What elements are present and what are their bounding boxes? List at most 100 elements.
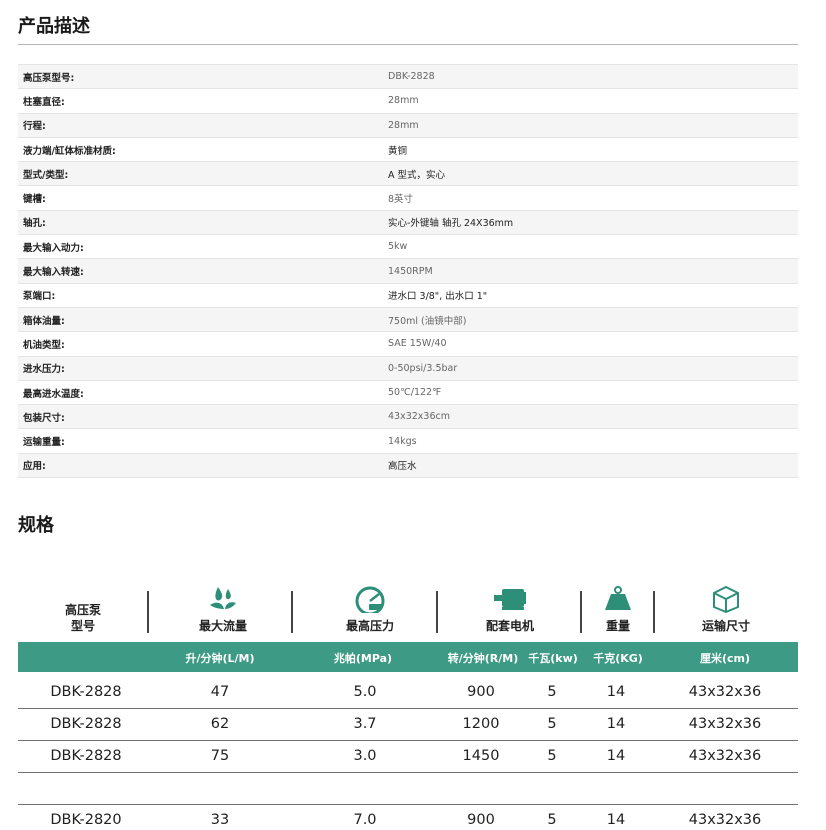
description-value: 14kgs: [388, 435, 417, 447]
description-label: 液力端/缸体标准材质:: [23, 145, 116, 157]
model-header-line2: 型号: [70, 619, 95, 633]
weight-icon: [605, 586, 631, 610]
header-divider: [291, 591, 293, 633]
shipping-box-icon: [713, 585, 739, 613]
cell-size: 43x32x36: [688, 716, 762, 732]
cell-flow: 47: [210, 684, 230, 700]
description-label: 包装尺寸:: [23, 412, 65, 424]
cell-weight: 14: [606, 716, 626, 732]
title-divider: [18, 44, 798, 45]
cell-power: 5: [547, 748, 557, 764]
description-value: 5kw: [388, 241, 408, 253]
cell-weight: 14: [606, 684, 626, 700]
description-value: SAE 15W/40: [388, 338, 447, 350]
weight-header-label: 重量: [605, 619, 630, 633]
model-header: 高压泵 型号: [48, 602, 118, 634]
description-row: 最大输入转速: 1450RPM: [18, 259, 798, 284]
description-label: 箱体油量:: [23, 315, 65, 327]
cell-speed: 1200: [462, 716, 500, 732]
description-row: 型式/类型: A 型式，实心: [18, 162, 798, 187]
spec-table: 高压泵 型号 最大流量 最高压力 配套电机 重量 运输尺寸 升/分钟(L/M) …: [18, 545, 798, 830]
description-row: 箱体油量: 750ml (油镜中部): [18, 307, 798, 333]
flow-header-label: 最大流量: [198, 619, 247, 633]
cell-power: 5: [547, 684, 557, 700]
cell-flow: 75: [210, 748, 230, 764]
shipping-header-label: 运输尺寸: [701, 619, 750, 633]
description-label: 机油类型:: [23, 339, 65, 351]
cell-size: 43x32x36: [688, 684, 762, 700]
cell-pressure: 5.0: [353, 684, 377, 700]
unit-pressure: 兆帕(MPa): [333, 652, 393, 665]
cell-speed: 900: [467, 684, 495, 700]
description-value: 1450RPM: [388, 265, 433, 277]
table-row: DBK-2828 47 5.0 900 5 14 43x32x36: [18, 677, 798, 709]
description-row: 最大输入动力: 5kw: [18, 235, 798, 260]
description-row: 运输重量: 14kgs: [18, 429, 798, 454]
description-value: 黄铜: [388, 145, 408, 157]
table-row: DBK-2820 33 7.0 900 5 14 43x32x36: [18, 805, 798, 830]
table-row: DBK-2828 62 3.7 1200 5 14 43x32x36: [18, 709, 798, 741]
cell-power: 5: [547, 716, 557, 732]
description-value: 28mm: [388, 119, 419, 131]
description-label: 最高进水温度:: [23, 388, 84, 400]
description-value: 750ml (油镜中部): [388, 315, 467, 327]
specs-title: 规格: [18, 515, 54, 536]
description-label: 应用:: [23, 461, 46, 473]
motor-header: 配套电机: [470, 585, 550, 634]
description-label: 高压泵型号:: [23, 72, 75, 84]
description-value: 50℃/122℉: [388, 387, 442, 398]
cell-size: 43x32x36: [688, 748, 762, 764]
cell-speed: 900: [467, 812, 495, 828]
description-row: 机油类型: SAE 15W/40: [18, 332, 798, 357]
description-row: 泵端口: 进水口 3/8", 出水口 1": [18, 283, 798, 308]
cell-model: DBK-2828: [50, 716, 122, 732]
cell-weight: 14: [606, 812, 626, 828]
description-title: 产品描述: [18, 16, 90, 37]
description-value: 实心-外键轴 轴孔 24X36mm: [388, 218, 514, 230]
weight-header: 重量: [593, 585, 643, 634]
cell-pressure: 7.0: [353, 812, 377, 828]
cell-flow: 62: [210, 716, 230, 732]
cell-model: DBK-2828: [50, 684, 122, 700]
description-label: 运输重量:: [23, 437, 65, 449]
cell-size: 43x32x36: [688, 812, 762, 828]
description-row: 包装尺寸: 43x32x36cm: [18, 405, 798, 430]
description-label: 泵端口:: [23, 291, 56, 303]
description-value: 高压水: [388, 461, 417, 473]
description-row: 行程: 28mm: [18, 113, 798, 138]
shipping-header: 运输尺寸: [684, 585, 768, 634]
description-row: 最高进水温度: 50℃/122℉: [18, 380, 798, 406]
unit-power: 千瓦(kw): [528, 652, 578, 665]
cell-flow: 33: [210, 812, 230, 828]
description-row: 应用: 高压水: [18, 453, 798, 479]
flow-header: 最大流量: [183, 585, 263, 634]
cell-speed: 1450: [462, 748, 500, 764]
description-table: 高压泵型号: DBK-2828 柱塞直径: 28mm 行程: 28mm 液力端/缸体标准材质…: [18, 64, 798, 479]
unit-weight: 千克(KG): [593, 652, 643, 665]
units-bar: 升/分钟(L/M) 兆帕(MPa) 转/分钟(R/M) 千瓦(kw) 千克(KG…: [18, 642, 798, 672]
description-value: 28mm: [388, 95, 419, 107]
cell-pressure: 3.0: [353, 748, 377, 764]
table-row: DBK-2828 75 3.0 1450 5 14 43x32x36: [18, 741, 798, 773]
cell-model: DBK-2828: [50, 748, 122, 764]
cell-power: 5: [547, 812, 557, 828]
description-label: 型式/类型:: [23, 169, 69, 181]
cell-model: DBK-2820: [50, 812, 122, 828]
description-label: 最大输入转速:: [23, 267, 84, 279]
model-header-line1: 高压泵: [64, 603, 101, 617]
pressure-gauge-icon: [355, 586, 385, 613]
description-row: 键槽: 8英寸: [18, 186, 798, 211]
unit-speed: 转/分钟(R/M): [447, 652, 519, 665]
description-value: 进水口 3/8", 出水口 1": [388, 291, 488, 303]
description-value: 8英寸: [388, 194, 414, 206]
description-value: A 型式，实心: [388, 169, 446, 181]
description-label: 键槽:: [23, 194, 46, 206]
header-divider: [436, 591, 438, 633]
description-label: 行程:: [23, 121, 46, 133]
cell-weight: 14: [606, 748, 626, 764]
description-row: 液力端/缸体标准材质: 黄铜: [18, 137, 798, 163]
motor-header-label: 配套电机: [485, 619, 534, 633]
pressure-header: 最高压力: [330, 585, 410, 634]
header-divider: [147, 591, 149, 633]
water-drops-icon: [210, 587, 236, 609]
